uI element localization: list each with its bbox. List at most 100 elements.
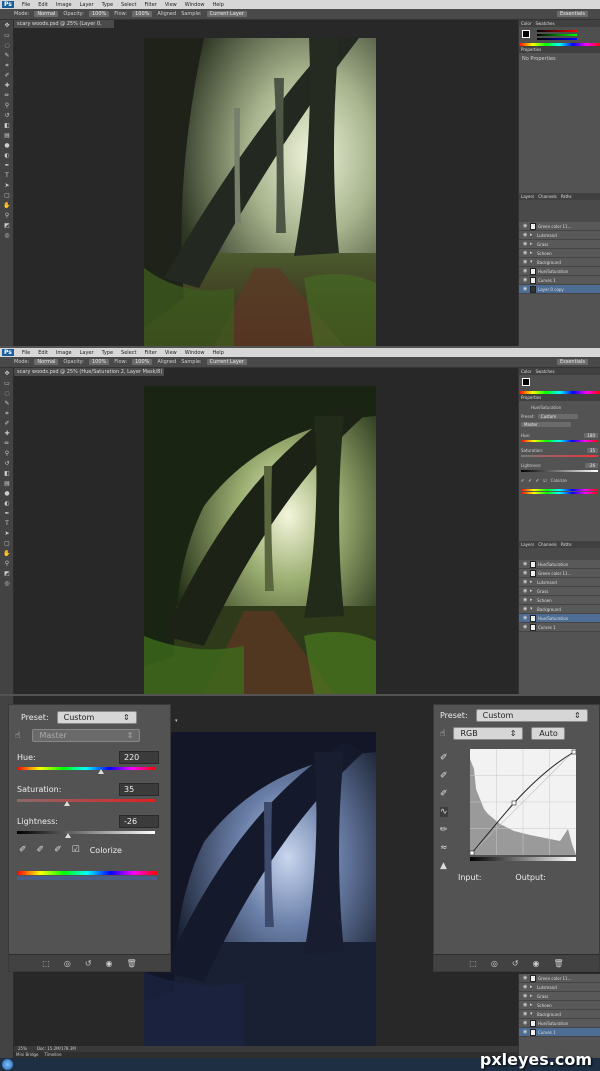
eyedropper-plus-icon[interactable]: ✐: [37, 845, 45, 855]
zoom-tool-icon[interactable]: ⚲: [3, 212, 11, 220]
eye-icon[interactable]: ◉: [523, 259, 528, 265]
preset-select[interactable]: Custom: [537, 414, 578, 419]
crop-tool-icon[interactable]: ⌗: [3, 62, 11, 70]
color-swatch-icon[interactable]: ◩: [3, 222, 11, 230]
aligned-checkbox[interactable]: Aligned: [157, 11, 176, 17]
preset-select[interactable]: Custom ⇕: [475, 709, 588, 722]
sample-select[interactable]: Current Layer: [206, 11, 247, 17]
layer-row[interactable]: ◉ Layer 0 copy: [519, 285, 600, 294]
layer-row[interactable]: ◉ ▾ Background: [519, 258, 600, 267]
menu-layer[interactable]: Layer: [80, 350, 94, 356]
eye-icon[interactable]: ◉: [523, 570, 528, 576]
visibility-eye-icon[interactable]: ◉: [106, 959, 113, 968]
type-tool-icon[interactable]: T: [3, 172, 11, 180]
eye-icon[interactable]: ◉: [523, 588, 528, 594]
eye-icon[interactable]: ◉: [523, 1029, 528, 1035]
eyedropper-tool-icon[interactable]: ✐: [3, 420, 11, 428]
layer-row[interactable]: ◉ ▸ Schoen: [519, 249, 600, 258]
brush-tool-icon[interactable]: ✏: [3, 92, 11, 100]
auto-button[interactable]: Auto: [531, 727, 566, 740]
lightness-field[interactable]: -26: [585, 463, 598, 468]
menu-window[interactable]: Window: [185, 2, 205, 8]
layer-row[interactable]: ◉ Hue/Saturation: [519, 1019, 600, 1028]
eyedropper-icon[interactable]: ✐: [521, 478, 524, 483]
clone-stamp-tool-icon[interactable]: ⚲: [3, 102, 11, 110]
eye-icon[interactable]: ◉: [523, 993, 528, 999]
eye-icon[interactable]: ◉: [523, 250, 528, 256]
foreground-swatch-icon[interactable]: [522, 378, 530, 386]
saturation-slider[interactable]: [17, 799, 155, 802]
preset-select[interactable]: Custom ⇕: [56, 711, 137, 724]
eye-icon[interactable]: ◉: [523, 1011, 528, 1017]
gradient-tool-icon[interactable]: ▤: [3, 132, 11, 140]
lightness-slider-handle[interactable]: [65, 833, 72, 838]
eyedropper-icon[interactable]: ✐: [19, 845, 27, 855]
delete-icon[interactable]: 🗑: [554, 959, 564, 968]
eye-icon[interactable]: ◉: [523, 268, 528, 274]
color-panel[interactable]: [519, 375, 600, 391]
marquee-tool-icon[interactable]: ▭: [3, 32, 11, 40]
start-button-icon[interactable]: [2, 1059, 13, 1070]
black-eyedropper-icon[interactable]: ✐: [440, 753, 448, 763]
menu-file[interactable]: File: [22, 350, 30, 356]
hue-slider-handle[interactable]: [98, 769, 105, 774]
curves-graph[interactable]: [470, 749, 576, 855]
hand-adjust-icon[interactable]: ☝: [440, 729, 445, 739]
lightness-slider[interactable]: [17, 831, 155, 834]
hue-slider[interactable]: [521, 440, 598, 442]
reset-icon[interactable]: ↺: [85, 959, 92, 968]
saturation-field[interactable]: 35: [586, 448, 598, 453]
clip-to-layer-icon[interactable]: ⬚: [469, 959, 477, 968]
eye-icon[interactable]: ◉: [523, 615, 528, 621]
layer-row[interactable]: ◉ ▸ Lutsmand: [519, 983, 600, 992]
eye-icon[interactable]: ◉: [523, 232, 528, 238]
layer-row[interactable]: ◉ Hue/Saturation: [519, 267, 600, 276]
quick-select-tool-icon[interactable]: ✎: [3, 400, 11, 408]
workspace-select[interactable]: Essentials: [556, 11, 588, 17]
eyedropper-minus-icon[interactable]: ✐: [54, 845, 62, 855]
menu-edit[interactable]: Edit: [38, 2, 48, 8]
pen-tool-icon[interactable]: ✒: [3, 510, 11, 518]
eye-icon[interactable]: ◉: [523, 624, 528, 630]
history-brush-tool-icon[interactable]: ↺: [3, 112, 11, 120]
layer-row[interactable]: ◉ ▸ Grass: [519, 240, 600, 249]
hand-adjust-icon[interactable]: ☝: [15, 731, 20, 741]
healing-tool-icon[interactable]: ✚: [3, 430, 11, 438]
menu-select[interactable]: Select: [121, 2, 136, 8]
layers-options[interactable]: [519, 200, 600, 222]
move-tool-icon[interactable]: ✥: [3, 22, 11, 30]
menu-help[interactable]: Help: [212, 2, 223, 8]
layer-row[interactable]: ◉ Green color 11...: [519, 569, 600, 578]
hand-tool-icon[interactable]: ✋: [3, 550, 11, 558]
layer-row[interactable]: ◉ Curves 1: [519, 623, 600, 632]
lightness-field[interactable]: -26: [119, 815, 159, 828]
hue-field[interactable]: 180: [584, 433, 598, 438]
mode-select[interactable]: Normal: [34, 11, 59, 17]
curve-point-icon[interactable]: ∿: [440, 807, 448, 817]
crop-tool-icon[interactable]: ⌗: [3, 410, 11, 418]
menu-layer[interactable]: Layer: [80, 2, 94, 8]
eye-icon[interactable]: ◉: [523, 223, 528, 229]
gray-eyedropper-icon[interactable]: ✐: [440, 771, 448, 781]
type-tool-icon[interactable]: T: [3, 520, 11, 528]
dodge-tool-icon[interactable]: ◐: [3, 152, 11, 160]
blur-tool-icon[interactable]: ●: [3, 142, 11, 150]
saturation-slider-handle[interactable]: [63, 801, 70, 806]
eye-icon[interactable]: ◉: [523, 277, 528, 283]
channel-select[interactable]: Master ⇕: [32, 729, 141, 742]
layer-row[interactable]: ◉ ▸ Grass: [519, 587, 600, 596]
lightness-slider[interactable]: [521, 470, 598, 472]
document-tab[interactable]: scary woods.psd @ 25% (Hue/Saturation 2,…: [14, 368, 164, 383]
eye-icon[interactable]: ◉: [523, 579, 528, 585]
layer-row[interactable]: ◉ ▸ Schoen: [519, 596, 600, 605]
eye-icon[interactable]: ◉: [523, 984, 528, 990]
delete-icon[interactable]: 🗑: [127, 959, 137, 968]
channel-select[interactable]: RGB ⇕: [453, 727, 524, 740]
menu-image[interactable]: Image: [56, 2, 72, 8]
move-tool-icon[interactable]: ✥: [3, 370, 11, 378]
opacity-field[interactable]: 100%: [88, 359, 110, 365]
eye-icon[interactable]: ◉: [523, 286, 528, 292]
clip-to-layer-icon[interactable]: ⬚: [42, 959, 50, 968]
canvas-area[interactable]: [14, 28, 516, 346]
foreground-swatch-icon[interactable]: [522, 30, 530, 38]
